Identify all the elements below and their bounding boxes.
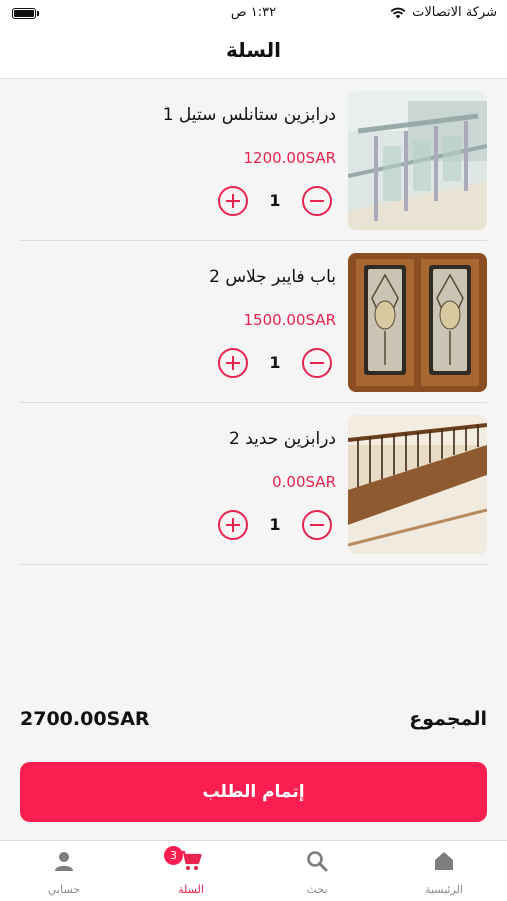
product-price: 1200.00SAR xyxy=(243,149,336,167)
minus-icon xyxy=(310,362,324,364)
cart-item: باب فايبر جلاس 2 1500.00SAR 1 xyxy=(0,241,507,403)
product-price: 1500.00SAR xyxy=(243,311,336,329)
tab-label: السلة xyxy=(178,883,204,896)
nav-bar: السلة xyxy=(0,28,507,79)
product-price: 0.00SAR xyxy=(272,473,336,491)
minus-icon xyxy=(310,200,324,202)
product-image-iron-railing[interactable] xyxy=(348,415,487,554)
status-time: ١:٣٢ ص xyxy=(230,5,277,20)
cart-badge: 3 xyxy=(164,846,183,865)
product-image-stainless-railing[interactable] xyxy=(348,91,487,230)
tab-cart[interactable]: السلة xyxy=(141,841,241,901)
decrease-quantity-button[interactable] xyxy=(302,186,332,216)
battery-icon xyxy=(12,8,39,19)
quantity-value: 1 xyxy=(269,191,281,210)
page-title: السلة xyxy=(225,38,281,62)
increase-quantity-button[interactable] xyxy=(218,348,248,378)
total-value: 2700.00SAR xyxy=(20,708,150,730)
product-name: درابزين ستانلس ستيل 1 xyxy=(162,105,336,125)
tab-home[interactable]: الرئيسية xyxy=(394,841,494,901)
tab-label: الرئيسية xyxy=(425,883,463,896)
tab-label: بحث xyxy=(306,883,328,896)
quantity-value: 1 xyxy=(269,353,281,372)
minus-icon xyxy=(310,524,324,526)
total-label: المجموع xyxy=(409,708,487,730)
quantity-value: 1 xyxy=(269,515,281,534)
search-icon xyxy=(307,851,328,872)
tab-account[interactable]: حسابي xyxy=(14,841,114,901)
status-bar: شركة الاتصالات ١:٣٢ ص xyxy=(0,0,507,28)
product-image-fiberglass-door[interactable] xyxy=(348,253,487,392)
checkout-button[interactable]: إتمام الطلب xyxy=(20,762,487,822)
tab-label: حسابي xyxy=(47,883,81,896)
cart-item: درابزين حديد 2 0.00SAR 1 xyxy=(0,403,507,565)
increase-quantity-button[interactable] xyxy=(218,186,248,216)
decrease-quantity-button[interactable] xyxy=(302,348,332,378)
user-icon xyxy=(55,852,73,871)
tab-search[interactable]: بحث xyxy=(267,841,367,901)
cart-list: درابزين ستانلس ستيل 1 1200.00SAR 1 باب ف… xyxy=(0,79,507,565)
cart-item: درابزين ستانلس ستيل 1 1200.00SAR 1 xyxy=(0,79,507,241)
product-name: درابزين حديد 2 xyxy=(228,429,336,449)
tab-bar: الرئيسية بحث السلة حسابي xyxy=(0,840,507,901)
increase-quantity-button[interactable] xyxy=(218,510,248,540)
product-name: باب فايبر جلاس 2 xyxy=(209,267,336,287)
decrease-quantity-button[interactable] xyxy=(302,510,332,540)
home-icon xyxy=(435,852,453,870)
